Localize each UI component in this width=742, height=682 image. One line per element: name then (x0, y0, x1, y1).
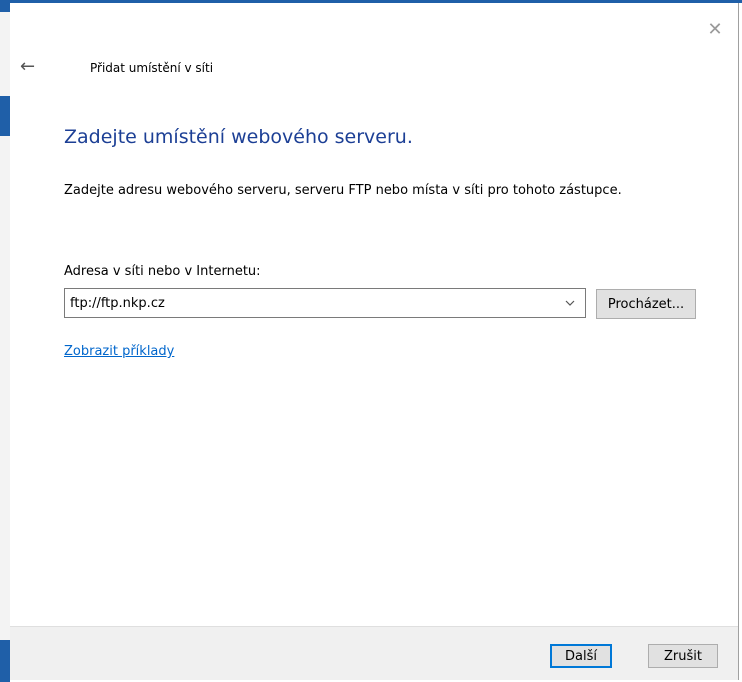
add-network-location-dialog: ✕ ← Přidat umístění v síti Zadejte umíst… (10, 3, 739, 680)
back-button[interactable]: ← (20, 57, 44, 77)
screen: ✕ ← Přidat umístění v síti Zadejte umíst… (0, 0, 742, 682)
next-button[interactable]: Další (550, 644, 612, 668)
chevron-down-icon (565, 300, 575, 306)
cancel-button[interactable]: Zrušit (648, 644, 718, 668)
address-input[interactable] (65, 289, 555, 317)
close-icon: ✕ (707, 19, 723, 40)
address-combobox[interactable] (64, 288, 586, 318)
page-heading: Zadejte umístění webového serveru. (64, 126, 413, 148)
show-examples-link[interactable]: Zobrazit příklady (64, 344, 174, 359)
address-label: Adresa v síti nebo v Internetu: (64, 264, 261, 279)
dialog-title: Přidat umístění v síti (90, 61, 214, 75)
dialog-footer: Další Zrušit (10, 626, 738, 680)
address-dropdown-button[interactable] (559, 289, 581, 317)
close-button[interactable]: ✕ (704, 19, 726, 41)
browse-button[interactable]: Procházet... (596, 289, 696, 319)
back-arrow-icon: ← (20, 56, 36, 77)
page-description: Zadejte adresu webového serveru, serveru… (64, 183, 622, 198)
background-window (0, 0, 10, 682)
